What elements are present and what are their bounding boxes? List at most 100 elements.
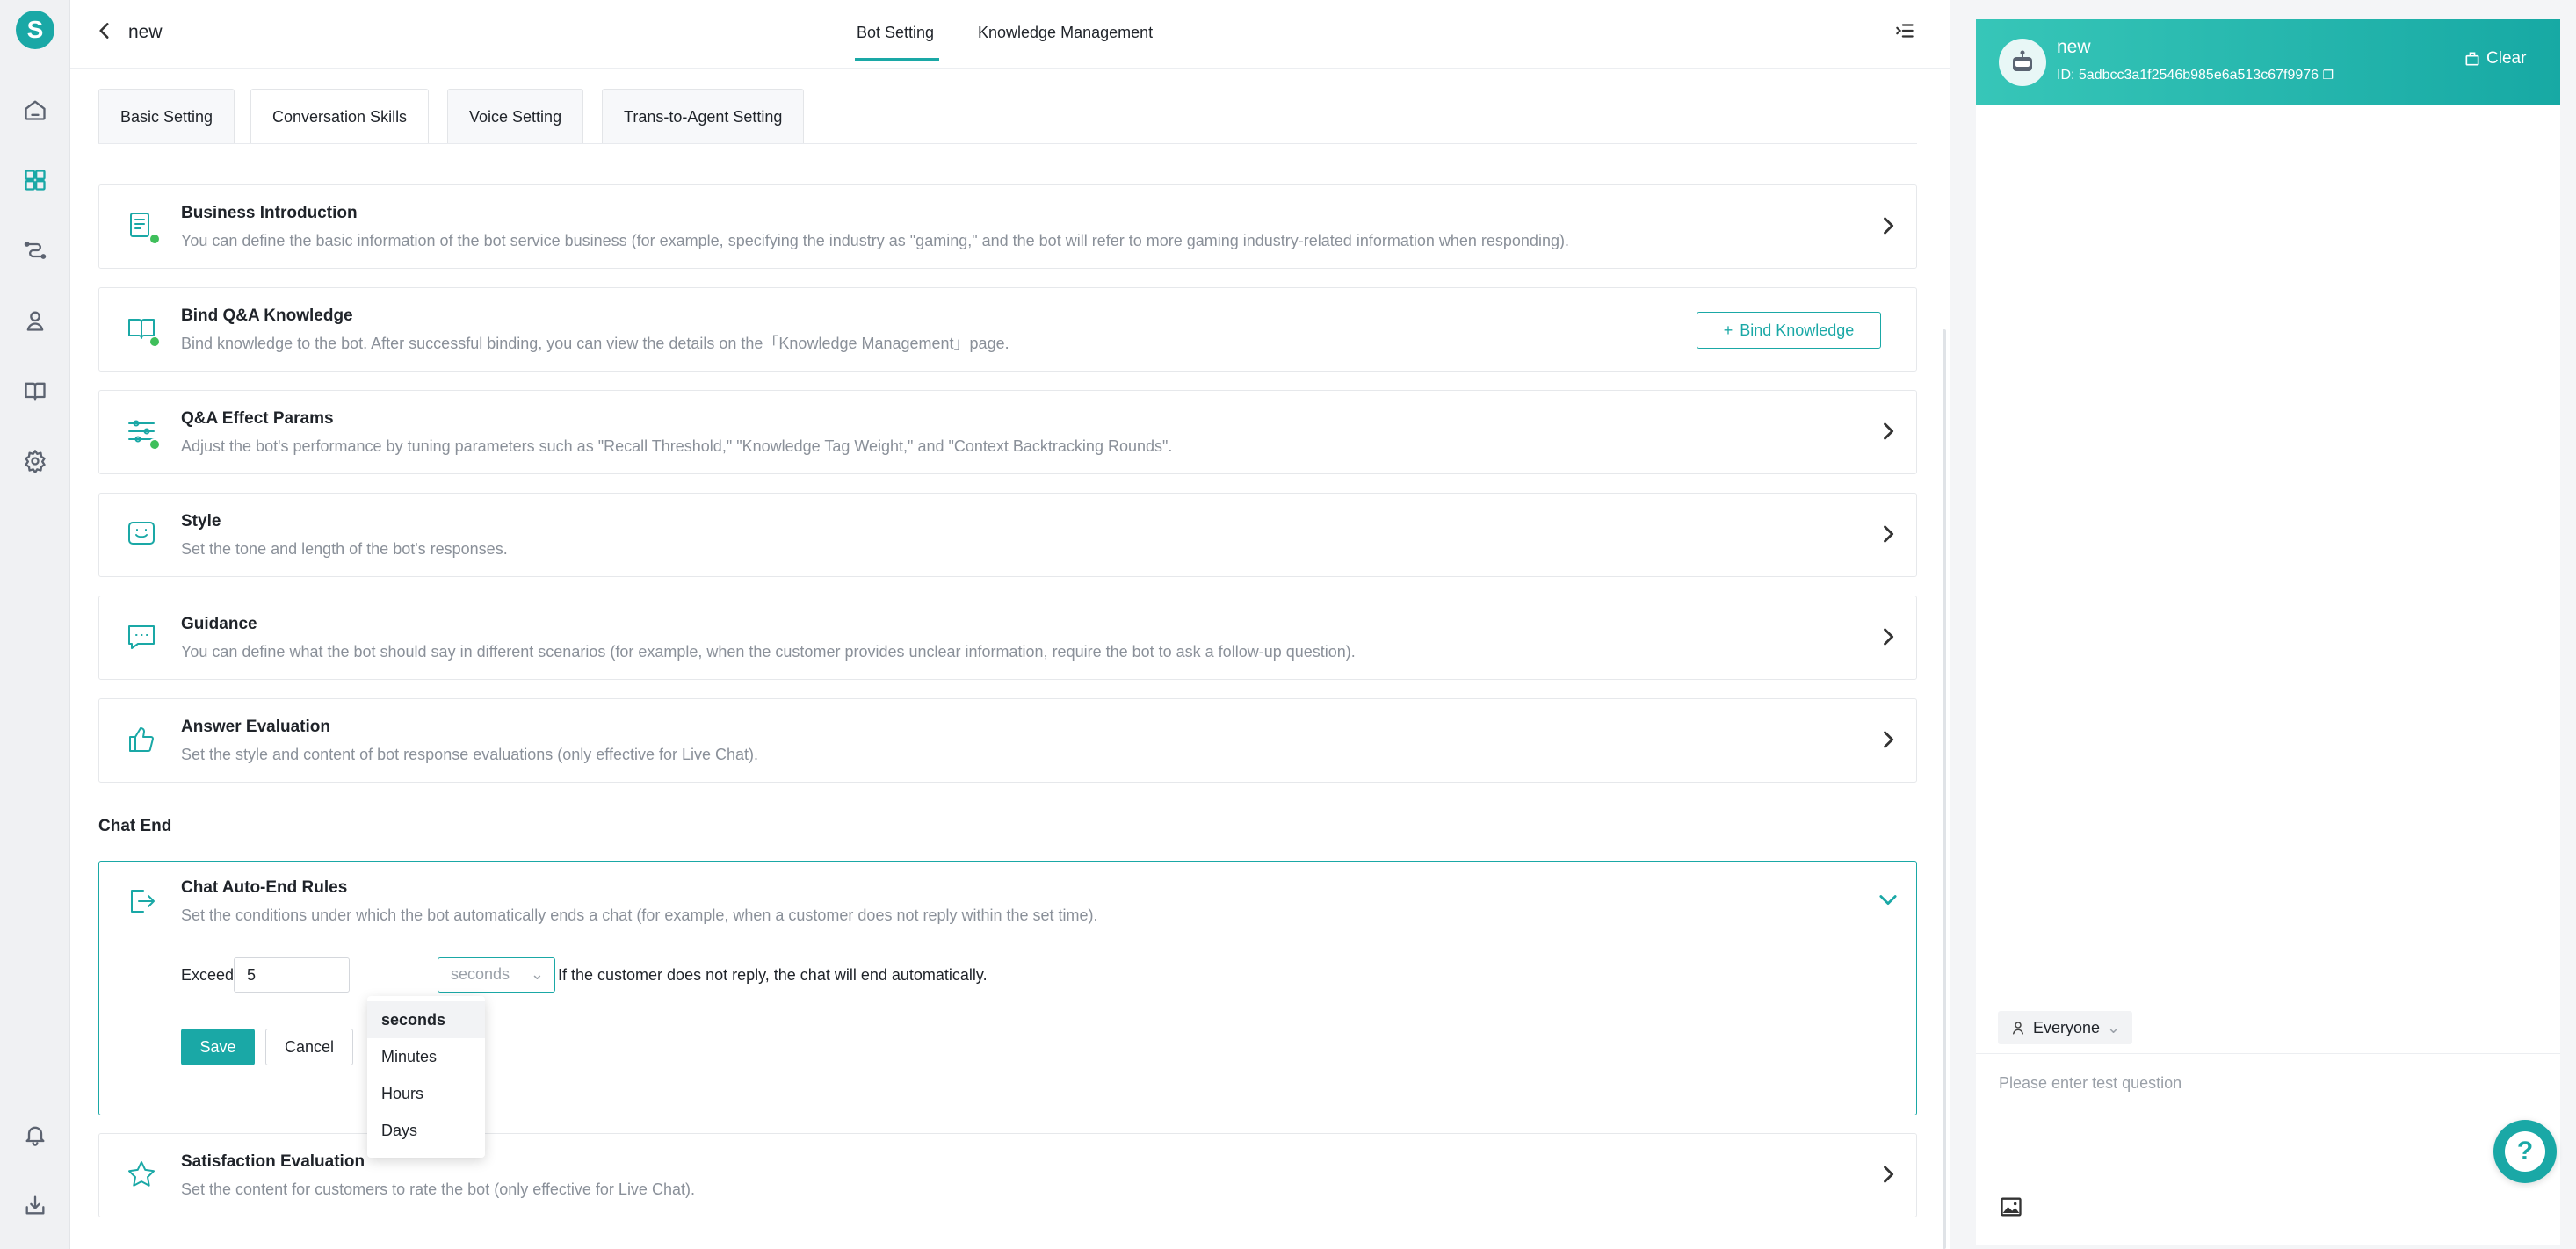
chevron-right-icon[interactable] — [1876, 419, 1904, 447]
test-question-input[interactable]: Please enter test question — [1999, 1074, 2182, 1093]
card-qa-effect-params[interactable]: Q&A Effect Params Adjust the bot's perfo… — [98, 390, 1917, 474]
tab-knowledge-management[interactable]: Knowledge Management — [978, 19, 1153, 46]
cancel-button[interactable]: Cancel — [265, 1029, 353, 1065]
bind-knowledge-label: Bind Knowledge — [1740, 321, 1855, 339]
enabled-check-icon — [148, 438, 161, 451]
bell-icon[interactable] — [18, 1117, 53, 1152]
star-icon — [126, 1159, 161, 1194]
chevron-down-icon: ⌄ — [2107, 1018, 2121, 1036]
plus-icon: + — [1723, 321, 1733, 339]
option-minutes[interactable]: Minutes — [367, 1038, 485, 1075]
help-button[interactable]: ? — [2493, 1120, 2557, 1183]
exit-icon — [126, 885, 161, 921]
users-icon[interactable] — [18, 303, 53, 338]
option-seconds[interactable]: seconds — [367, 1001, 485, 1038]
chevron-right-icon[interactable] — [1876, 213, 1904, 242]
chat-bot-id: ID: 5adbcc3a1f2546b985e6a513c67f9976 ❐ — [2057, 68, 2334, 83]
chevron-right-icon[interactable] — [1876, 727, 1904, 755]
card-description: Bind knowledge to the bot. After success… — [181, 335, 1009, 352]
test-chat-panel: new ID: 5adbcc3a1f2546b985e6a513c67f9976… — [1976, 19, 2560, 1245]
section-title-chat-end: Chat End — [98, 817, 172, 835]
card-title: Q&A Effect Params — [181, 409, 334, 428]
chevron-down-icon[interactable] — [1876, 887, 1904, 915]
image-upload-icon[interactable] — [1999, 1195, 2025, 1221]
chevron-right-icon[interactable] — [1876, 522, 1904, 550]
card-guidance[interactable]: Guidance You can define what the bot sho… — [98, 596, 1917, 680]
top-bar: new Bot Setting Knowledge Management — [70, 0, 1950, 69]
option-days[interactable]: Days — [367, 1112, 485, 1149]
card-title: Style — [181, 512, 221, 531]
chat-header: new ID: 5adbcc3a1f2546b985e6a513c67f9976… — [1976, 19, 2560, 105]
home-icon[interactable] — [18, 92, 53, 127]
save-button[interactable]: Save — [181, 1029, 255, 1065]
card-title: Chat Auto-End Rules — [181, 878, 348, 897]
time-unit-dropdown: seconds Minutes Hours Days — [367, 996, 485, 1158]
card-title: Satisfaction Evaluation — [181, 1152, 365, 1171]
clear-label: Clear — [2486, 49, 2527, 68]
dashboard-icon[interactable] — [18, 162, 53, 198]
subtab-basic-setting[interactable]: Basic Setting — [98, 89, 235, 144]
card-bind-qa-knowledge: Bind Q&A Knowledge Bind knowledge to the… — [98, 287, 1917, 372]
settings-gear-icon[interactable] — [18, 444, 53, 479]
chevron-right-icon[interactable] — [1876, 1162, 1904, 1190]
download-icon[interactable] — [18, 1188, 53, 1223]
left-nav-rail: S — [0, 0, 70, 1249]
bot-name-title: new — [128, 22, 163, 42]
chat-bot-name: new — [2057, 37, 2091, 57]
app-logo[interactable]: S — [16, 11, 54, 49]
clear-button[interactable]: Clear — [2464, 49, 2526, 69]
smile-icon — [126, 518, 161, 553]
chat-input-divider — [1976, 1053, 2560, 1054]
card-description: You can define what the bot should say i… — [181, 643, 1356, 661]
chevron-down-icon: ⌄ — [530, 965, 544, 983]
chevron-right-icon[interactable] — [1876, 624, 1904, 653]
bot-avatar — [1999, 39, 2046, 86]
card-description: Set the style and content of bot respons… — [181, 746, 759, 763]
subtab-voice-setting[interactable]: Voice Setting — [447, 89, 584, 144]
subtab-divider — [98, 143, 1917, 144]
bind-knowledge-button[interactable]: + Bind Knowledge — [1697, 312, 1881, 349]
active-tab-indicator — [855, 58, 939, 61]
subtab-trans-to-agent-setting[interactable]: Trans-to-Agent Setting — [602, 89, 805, 144]
vertical-scrollbar[interactable] — [1943, 329, 1946, 1249]
time-unit-value: seconds — [451, 965, 510, 983]
enabled-check-icon — [148, 336, 161, 348]
card-description: Adjust the bot's performance by tuning p… — [181, 437, 1173, 455]
copy-icon[interactable]: ❐ — [2323, 68, 2334, 82]
card-description: Set the conditions under which the bot a… — [181, 906, 1098, 924]
card-style[interactable]: Style Set the tone and length of the bot… — [98, 493, 1917, 577]
tab-bot-setting[interactable]: Bot Setting — [857, 19, 934, 46]
sliders-icon — [126, 415, 161, 451]
audience-value: Everyone — [2033, 1018, 2101, 1036]
card-description: Set the content for customers to rate th… — [181, 1180, 695, 1198]
auto-end-suffix-text: If the customer does not reply, the chat… — [558, 966, 988, 984]
card-title: Bind Q&A Knowledge — [181, 307, 353, 325]
book-icon[interactable] — [18, 373, 53, 408]
collapse-panel-icon[interactable] — [1893, 19, 1920, 46]
card-description: Set the tone and length of the bot's res… — [181, 540, 508, 558]
clear-icon — [2465, 52, 2479, 66]
option-hours[interactable]: Hours — [367, 1075, 485, 1112]
subtab-conversation-skills[interactable]: Conversation Skills — [250, 89, 430, 144]
back-arrow-icon[interactable] — [93, 19, 119, 46]
robot-icon — [2013, 50, 2032, 71]
card-answer-evaluation[interactable]: Answer Evaluation Set the style and cont… — [98, 698, 1917, 783]
card-business-introduction[interactable]: Business Introduction You can define the… — [98, 184, 1917, 269]
card-description: You can define the basic information of … — [181, 232, 1569, 249]
card-title: Guidance — [181, 615, 257, 633]
card-title: Answer Evaluation — [181, 718, 330, 736]
enabled-check-icon — [148, 233, 161, 245]
exceed-label: Exceed — [181, 966, 235, 984]
time-unit-select[interactable]: seconds ⌄ — [438, 957, 555, 993]
card-title: Business Introduction — [181, 204, 358, 222]
bot-id-text: ID: 5adbcc3a1f2546b985e6a513c67f9976 — [2057, 68, 2319, 83]
thumbs-up-icon — [126, 724, 161, 759]
exceed-value-input[interactable]: 5 — [234, 957, 350, 993]
user-icon — [2013, 1022, 2023, 1035]
audience-select[interactable]: Everyone ⌄ — [1998, 1011, 2133, 1044]
help-icon: ? — [2505, 1131, 2545, 1172]
book-open-icon — [126, 313, 161, 348]
flow-icon[interactable] — [18, 233, 53, 268]
document-icon — [126, 210, 161, 245]
chat-bubble-icon — [126, 621, 161, 656]
